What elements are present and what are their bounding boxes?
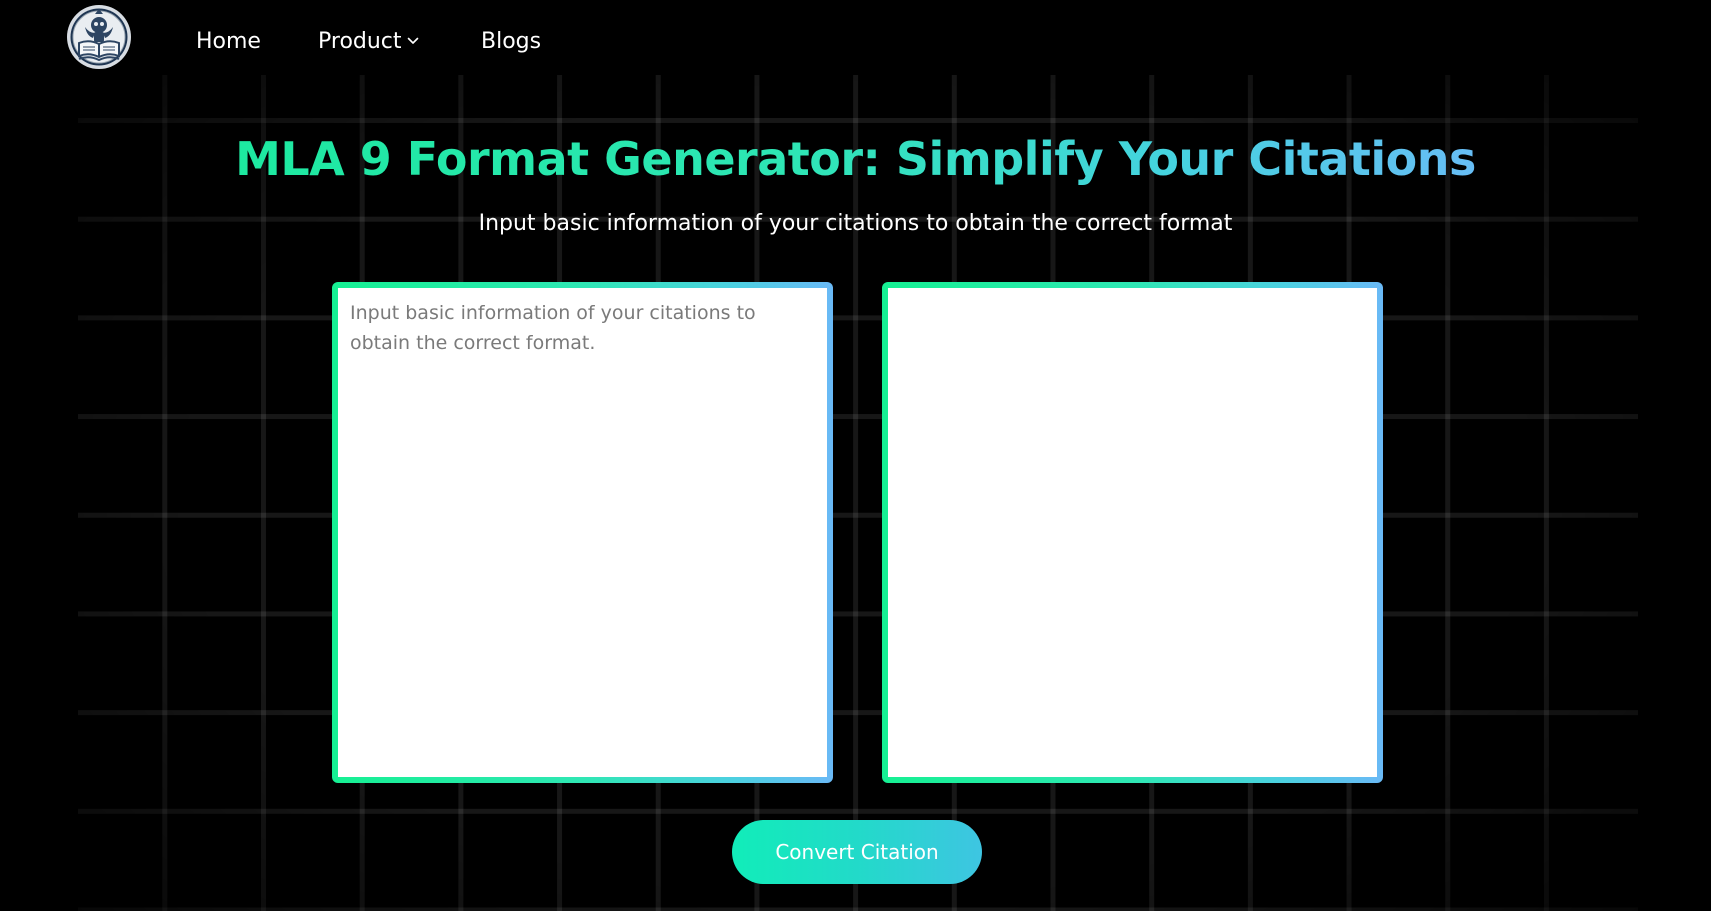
citation-input[interactable] <box>338 288 827 777</box>
logo-icon <box>67 5 131 69</box>
header: Home Product Blogs <box>0 0 1711 84</box>
citation-output-inner <box>888 288 1377 777</box>
citation-input-box <box>332 282 833 783</box>
nav-product-dropdown[interactable]: Product <box>318 26 420 58</box>
nav-product-label: Product <box>318 29 402 54</box>
page: Home Product Blogs MLA 9 Format Generato… <box>0 0 1711 911</box>
citation-input-inner <box>338 288 827 777</box>
citation-output[interactable] <box>888 288 1377 777</box>
convert-citation-button[interactable]: Convert Citation <box>732 820 982 884</box>
nav-home[interactable]: Home <box>196 26 261 58</box>
logo[interactable] <box>65 3 133 71</box>
page-title-text: MLA 9 Format Generator: Simplify Your Ci… <box>235 132 1476 186</box>
nav-blogs[interactable]: Blogs <box>481 26 541 58</box>
page-subtitle: Input basic information of your citation… <box>478 211 1233 236</box>
chevron-down-icon <box>406 26 420 58</box>
page-title: MLA 9 Format Generator: Simplify Your Ci… <box>0 128 1711 190</box>
nav-home-label: Home <box>196 29 261 54</box>
citation-output-box <box>882 282 1383 783</box>
nav-blogs-label: Blogs <box>481 29 542 54</box>
grid-background <box>78 75 1638 911</box>
